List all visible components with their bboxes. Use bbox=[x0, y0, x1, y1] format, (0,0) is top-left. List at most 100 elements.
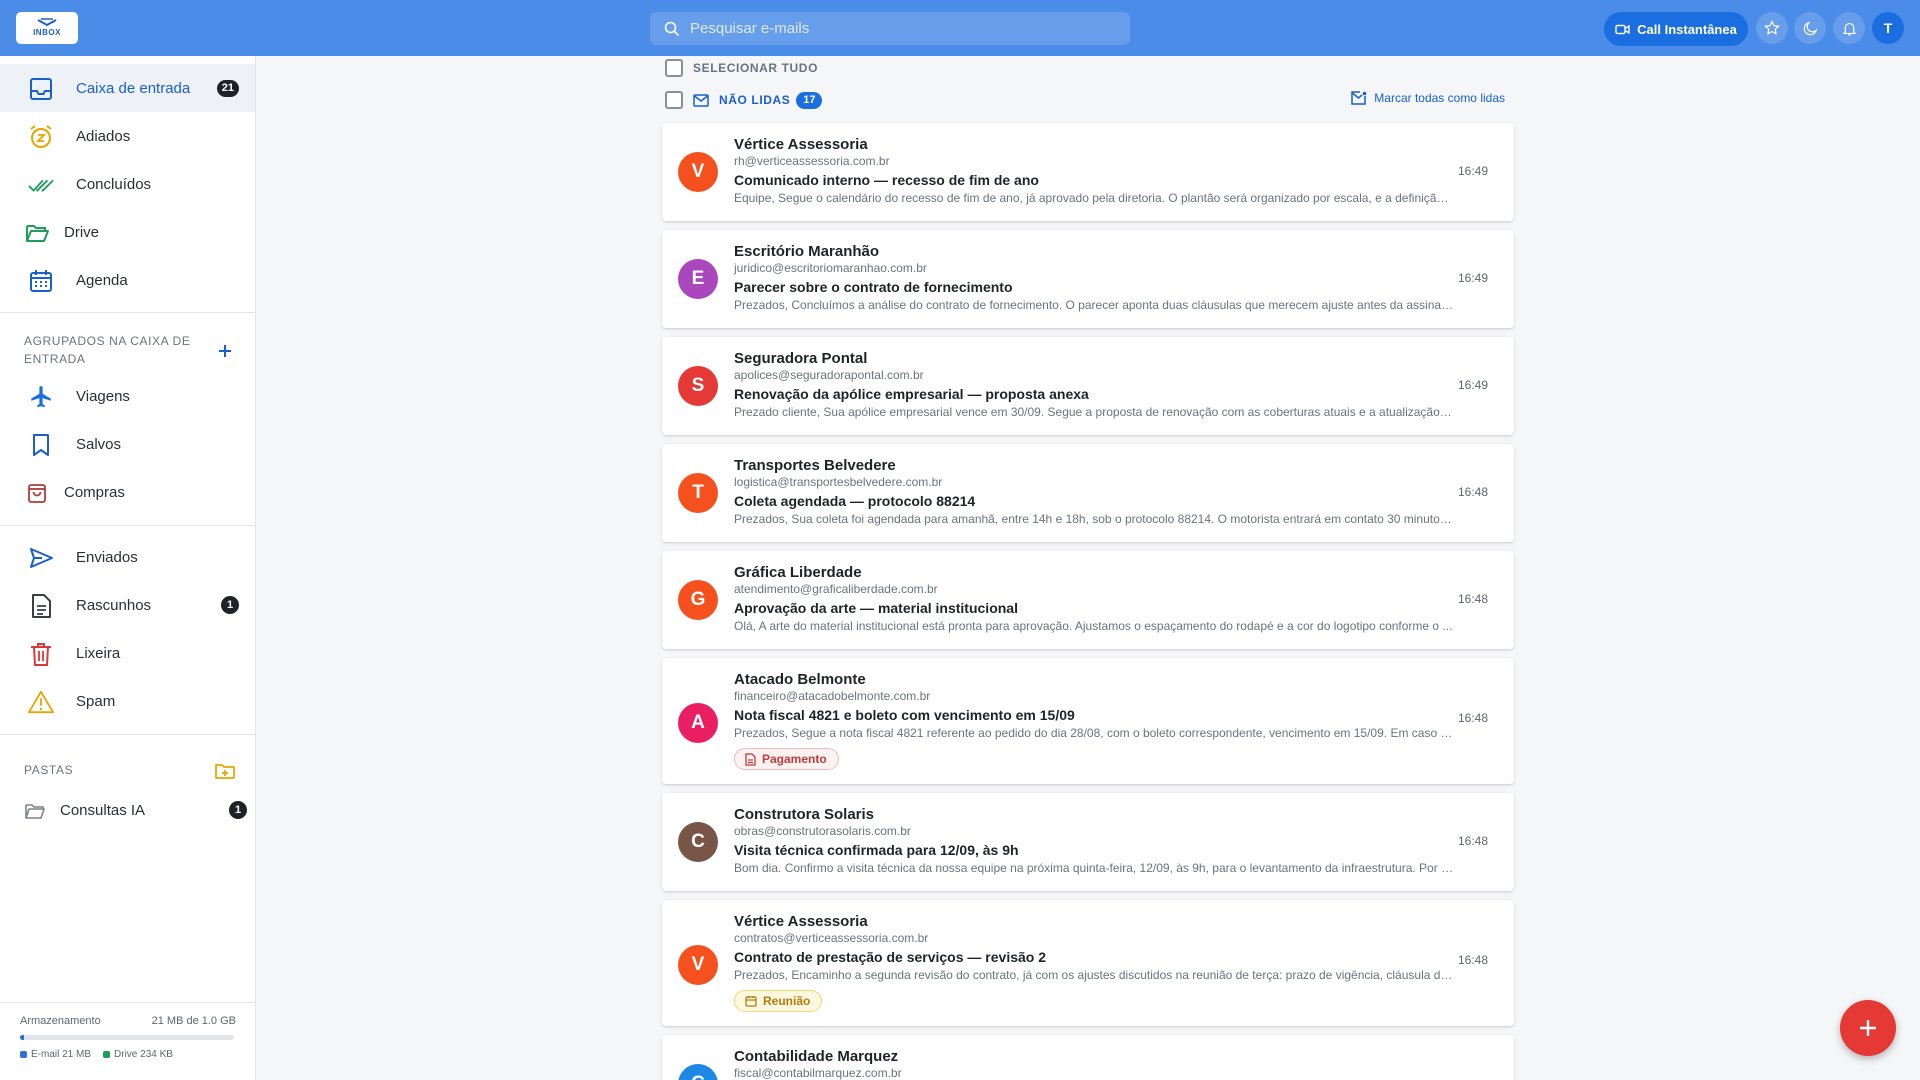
sidebar-item-drafts[interactable]: Rascunhos 1 bbox=[0, 581, 255, 629]
email-subject: Renovação da apólice empresarial — propo… bbox=[734, 386, 1089, 402]
email-time: 16:49 bbox=[1457, 164, 1488, 178]
notifications-button[interactable] bbox=[1833, 12, 1865, 44]
email-subject: Visita técnica confirmada para 12/09, às… bbox=[734, 842, 1019, 858]
sidebar-item-label: Concluídos bbox=[76, 175, 152, 193]
plus-icon bbox=[1860, 1020, 1876, 1036]
sender-avatar: V bbox=[678, 945, 718, 985]
email-subject: Aprovação da arte — material institucion… bbox=[734, 600, 1018, 616]
sidebar-item-drive[interactable]: Drive bbox=[0, 208, 255, 256]
folder-open-icon bbox=[24, 220, 50, 246]
email-address: juridico@escritoriomaranhao.com.br bbox=[734, 261, 927, 275]
search-input[interactable] bbox=[690, 20, 1110, 37]
email-card[interactable]: A Atacado Belmonte financeiro@atacadobelmo… bbox=[662, 658, 1514, 784]
sidebar-item-label: Adiados bbox=[76, 127, 131, 145]
sidebar-item-sent[interactable]: Enviados bbox=[0, 533, 255, 581]
email-sender: Contabilidade Marquez bbox=[734, 1048, 899, 1065]
email-time: 16:48 bbox=[1457, 834, 1488, 848]
folders-section-title: PASTAS bbox=[24, 763, 74, 777]
email-sender: Seguradora Pontal bbox=[734, 350, 868, 367]
storage-legend-drive: Drive 234 KB bbox=[103, 1049, 173, 1060]
compose-button[interactable] bbox=[1840, 1000, 1896, 1056]
storage-usage: 21 MB de 1.0 GB bbox=[151, 1015, 236, 1027]
email-tag[interactable]: Pagamento bbox=[734, 748, 839, 770]
dark-mode-button[interactable] bbox=[1794, 12, 1826, 44]
sidebar-item-spam[interactable]: Spam bbox=[0, 677, 255, 725]
email-sender: Vértice Assessoria bbox=[734, 913, 868, 930]
email-address: logistica@transportesbelvedere.com.br bbox=[734, 475, 943, 489]
select-all-checkbox[interactable] bbox=[665, 59, 683, 77]
video-camera-icon bbox=[1615, 24, 1630, 34]
storage-legend: E-mail 21 MB Drive 234 KB bbox=[20, 1049, 173, 1060]
email-preview: Prezados, Encaminho a segunda revisão do… bbox=[734, 968, 1454, 982]
email-card[interactable]: E Escritório Maranhão juridico@escritoriom… bbox=[662, 230, 1514, 328]
mark-all-read-label: Marcar todas como lidas bbox=[1374, 91, 1505, 105]
sidebar-item-saved[interactable]: Salvos bbox=[0, 420, 255, 468]
email-card[interactable]: S Seguradora Pontal apolices@seguradorapon… bbox=[662, 337, 1514, 435]
storage-label: Armazenamento bbox=[20, 1015, 101, 1027]
mark-read-icon bbox=[1351, 91, 1367, 105]
add-group-button[interactable] bbox=[214, 340, 236, 362]
mark-all-read-button[interactable]: Marcar todas como lidas bbox=[1351, 91, 1505, 105]
warning-icon bbox=[28, 689, 54, 715]
email-time: 16:48 bbox=[1457, 485, 1488, 499]
email-card[interactable]: V Vértice Assessoria rh@verticeassessoria.… bbox=[662, 123, 1514, 221]
email-card[interactable]: C Construtora Solaris obras@construtorasol… bbox=[662, 793, 1514, 891]
email-address: fiscal@contabilmarquez.com.br bbox=[734, 1066, 902, 1080]
logo-text: INBOX bbox=[33, 28, 61, 37]
email-subject: Contrato de prestação de serviços — revi… bbox=[734, 949, 1047, 965]
sidebar-folder-consultas-ia[interactable]: Consultas IA 1 bbox=[0, 786, 255, 834]
add-folder-button[interactable] bbox=[214, 759, 236, 781]
sidebar-item-snoozed[interactable]: Adiados bbox=[0, 112, 255, 160]
instant-call-button[interactable]: Call Instantânea bbox=[1604, 12, 1748, 46]
email-card[interactable]: C Contabilidade Marquezfiscal@contabilmar… bbox=[662, 1035, 1514, 1080]
sidebar-item-travel[interactable]: Viagens bbox=[0, 372, 255, 420]
sender-avatar: C bbox=[678, 1064, 718, 1080]
email-card[interactable]: G Gráfica Liberdade atendimento@graficalib… bbox=[662, 551, 1514, 649]
sender-avatar: S bbox=[678, 366, 718, 406]
sidebar-item-label: Compras bbox=[64, 483, 125, 501]
app-logo[interactable]: INBOX bbox=[16, 12, 78, 44]
sidebar-item-inbox[interactable]: Caixa de entrada 21 bbox=[0, 64, 255, 112]
email-card[interactable]: T Transportes Belvedere logistica@transpor… bbox=[662, 444, 1514, 542]
favorites-button[interactable] bbox=[1756, 12, 1788, 44]
top-bar: INBOX Call Instantânea T bbox=[0, 0, 1920, 56]
email-preview: Prezados, Concluímos a análise do contra… bbox=[734, 298, 1454, 312]
inbox-icon bbox=[28, 76, 54, 102]
sidebar-item-agenda[interactable]: Agenda bbox=[0, 256, 255, 304]
snooze-clock-icon bbox=[28, 124, 54, 150]
email-card[interactable]: V Vértice Assessoria contratos@verticeasse… bbox=[662, 900, 1514, 1026]
sidebar-item-shopping[interactable]: Compras bbox=[0, 468, 255, 516]
sidebar-item-label: Agenda bbox=[76, 271, 128, 289]
logo-icon bbox=[37, 18, 57, 27]
email-address: financeiro@atacadobelmonte.com.br bbox=[734, 689, 931, 703]
email-time: 16:48 bbox=[1457, 592, 1488, 606]
email-tag-label: Pagamento bbox=[762, 752, 827, 766]
sidebar-item-label: Viagens bbox=[76, 387, 130, 405]
sidebar-item-done[interactable]: Concluídos bbox=[0, 160, 255, 208]
mail-icon bbox=[693, 93, 709, 107]
email-subject: Comunicado interno — recesso de fim de a… bbox=[734, 172, 1039, 188]
user-avatar[interactable]: T bbox=[1872, 12, 1904, 44]
star-icon bbox=[1764, 20, 1780, 35]
email-address: atendimento@graficaliberdade.com.br bbox=[734, 582, 938, 596]
sidebar-item-trash[interactable]: Lixeira bbox=[0, 629, 255, 677]
add-folder-icon bbox=[215, 763, 235, 779]
grouped-section-title: AGRUPADOS NA CAIXA DE ENTRADA bbox=[24, 334, 191, 366]
email-sender: Construtora Solaris bbox=[734, 806, 875, 823]
email-address: contratos@verticeassessoria.com.br bbox=[734, 931, 929, 945]
sidebar: Caixa de entrada 21 Adiados Concluídos D… bbox=[0, 56, 256, 1080]
storage-panel: Armazenamento 21 MB de 1.0 GB E-mail 21 … bbox=[0, 1002, 255, 1080]
unread-group-checkbox[interactable] bbox=[665, 91, 683, 109]
calendar-icon bbox=[28, 268, 54, 294]
sender-avatar: C bbox=[678, 822, 718, 862]
email-time: 16:49 bbox=[1457, 378, 1488, 392]
email-tag-label: Reunião bbox=[763, 994, 811, 1008]
search-bar[interactable] bbox=[650, 12, 1130, 45]
bookmark-icon bbox=[28, 432, 54, 458]
email-preview: Prezados, Sua coleta foi agendada para a… bbox=[734, 512, 1454, 526]
email-tag[interactable]: Reunião bbox=[734, 990, 823, 1012]
sender-avatar: T bbox=[678, 473, 718, 513]
email-sender: Gráfica Liberdade bbox=[734, 564, 862, 581]
email-sender: Escritório Maranhão bbox=[734, 243, 880, 260]
sidebar-item-label: Salvos bbox=[76, 435, 122, 453]
